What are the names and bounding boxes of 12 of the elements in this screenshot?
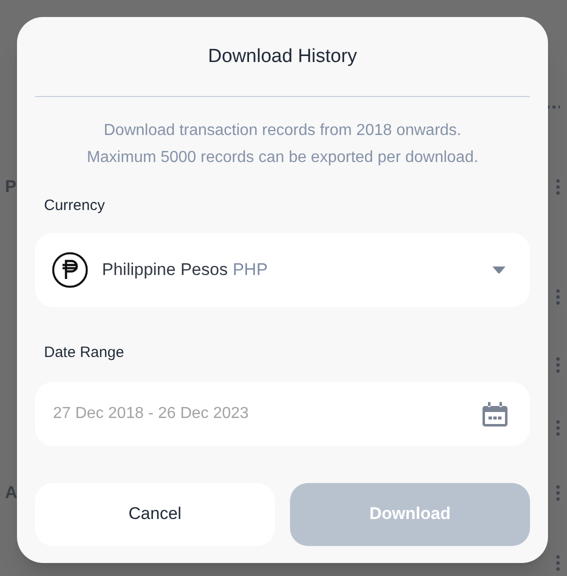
field-label: Date Range [44, 343, 126, 363]
description-text: Download transaction records from 2018 onwards. [104, 120, 462, 140]
currency-code: PHP [232, 259, 268, 282]
caret-icon [492, 266, 506, 274]
field-label: Currency [44, 196, 106, 216]
cancel-button[interactable]: Cancel [35, 482, 275, 546]
currency-select[interactable]: Philippine Pesos PHP [35, 233, 530, 307]
dialog-title: Download History [207, 45, 358, 69]
description-text: Maximum 5000 records can be exported per download. [86, 148, 478, 168]
currency-name: Philippine Pesos [102, 259, 228, 282]
peso-icon [52, 252, 88, 288]
date-range-value: 27 Dec 2018 - 26 Dec 2023 [53, 404, 249, 424]
